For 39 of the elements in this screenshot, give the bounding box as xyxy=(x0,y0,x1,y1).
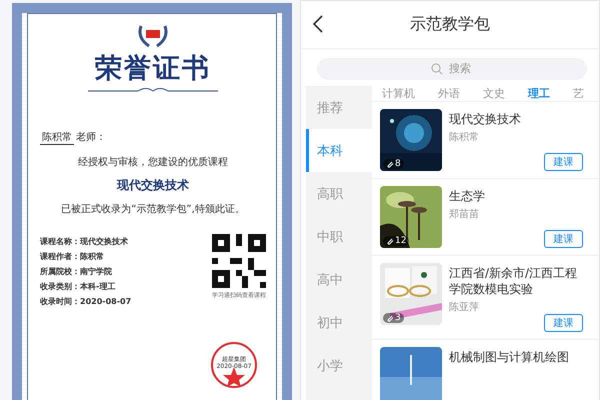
course-title[interactable]: 江西省/新余市/江西工程学院数模电实验 xyxy=(449,265,583,297)
course-title[interactable]: 生态学 xyxy=(449,188,583,204)
course-title[interactable]: 现代交换技术 xyxy=(449,111,583,127)
certificate-title: 荣誉证书 xyxy=(95,52,211,86)
course-author: 陈亚萍 xyxy=(449,300,480,314)
course-name: 现代交换技术 xyxy=(117,177,189,194)
paperclip-icon xyxy=(386,160,394,168)
chevron-left-icon xyxy=(313,15,323,33)
page-title: 示范教学包 xyxy=(410,14,490,35)
recipient-name: 陈积常 xyxy=(40,130,74,145)
build-course-button[interactable]: 建课 xyxy=(544,314,583,332)
build-course-button[interactable]: 建课 xyxy=(544,230,583,248)
build-course-button[interactable]: 建课 xyxy=(544,153,583,171)
qr-code-icon xyxy=(212,234,266,288)
course-title[interactable]: 机械制图与计算机绘图 xyxy=(449,349,583,365)
intro-text: 经授权与审核，您建设的优质课程 xyxy=(78,156,228,169)
attachment-count: 3 xyxy=(383,313,404,323)
subject-tab[interactable]: 文史 xyxy=(483,86,505,101)
course-author: 郑苗苗 xyxy=(449,208,480,221)
subject-tab[interactable]: 计算机 xyxy=(382,86,415,101)
subject-tab[interactable]: 理工 xyxy=(528,86,550,101)
certificate-field: 课程作者：陈积常 xyxy=(40,251,132,262)
certificate-field: 课程名称：现代交换技术 xyxy=(40,236,132,247)
level-tab[interactable]: 本科 xyxy=(306,129,372,172)
search-field[interactable]: 搜索 xyxy=(317,58,587,80)
seal-stamp xyxy=(210,341,258,389)
search-icon xyxy=(431,63,443,75)
certificate-field: 收录时间：2020-08-07 xyxy=(40,296,132,307)
attachment-count: 8 xyxy=(383,159,404,169)
paperclip-icon xyxy=(386,314,394,322)
certificate-field: 收录类别：本科-理工 xyxy=(40,281,132,292)
certificate-field: 所属院校：南宁学院 xyxy=(40,266,132,277)
paperclip-icon xyxy=(386,237,394,245)
subject-tab[interactable]: 外语 xyxy=(438,86,460,101)
salutation: 老师： xyxy=(76,130,106,145)
course-author: 陈积常 xyxy=(449,130,480,144)
subject-tab[interactable]: 艺 xyxy=(573,86,584,101)
statement-text: 已被正式收录为“示范教学包”,特颁此证。 xyxy=(61,202,245,216)
attachment-count: 12 xyxy=(383,236,410,246)
